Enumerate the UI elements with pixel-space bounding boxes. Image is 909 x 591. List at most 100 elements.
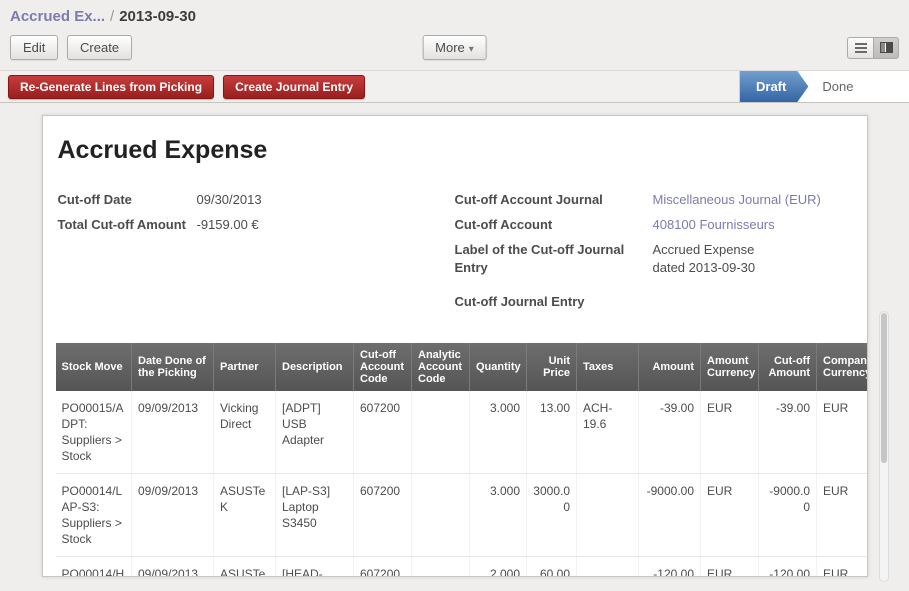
- top-bar: Accrued Ex... / 2013-09-30: [0, 0, 909, 27]
- table-cell[interactable]: -39.00: [759, 391, 817, 474]
- view-switcher: [847, 37, 899, 59]
- field-entry-label: Label of the Cut-off Journal Entry Accru…: [455, 241, 852, 277]
- table-cell[interactable]: PO00014/HEAD-USB: Suppliers > Stock: [56, 557, 132, 578]
- table-cell[interactable]: [HEAD-USB] Headset USB: [276, 557, 354, 578]
- table-cell[interactable]: EUR: [701, 557, 759, 578]
- table-cell[interactable]: EUR: [817, 474, 868, 557]
- form-view-button[interactable]: [873, 37, 899, 59]
- column-header[interactable]: Cut-off Amount: [759, 343, 817, 391]
- table-cell[interactable]: PO00014/LAP-S3: Suppliers > Stock: [56, 474, 132, 557]
- table-cell[interactable]: [577, 474, 639, 557]
- table-cell[interactable]: 607200: [354, 391, 412, 474]
- entry-label-value: Accrued Expense dated 2013-09-30: [653, 241, 781, 277]
- breadcrumb: Accrued Ex... / 2013-09-30: [10, 8, 899, 25]
- table-cell[interactable]: 09/09/2013: [132, 474, 214, 557]
- field-cutoff-journal-entry: Cut-off Journal Entry: [455, 293, 852, 311]
- table-cell[interactable]: EUR: [701, 391, 759, 474]
- table-cell[interactable]: PO00015/ADPT: Suppliers > Stock: [56, 391, 132, 474]
- cutoff-date-label: Cut-off Date: [58, 191, 197, 209]
- table-cell[interactable]: [ADPT] USB Adapter: [276, 391, 354, 474]
- total-amount-label: Total Cut-off Amount: [58, 216, 197, 234]
- table-cell[interactable]: [412, 474, 470, 557]
- breadcrumb-separator: /: [110, 8, 114, 25]
- table-cell[interactable]: 607200: [354, 474, 412, 557]
- table-cell[interactable]: [412, 557, 470, 578]
- account-value-link[interactable]: 408100 Fournisseurs: [653, 216, 775, 234]
- field-total-cutoff-amount: Total Cut-off Amount -9159.00 €: [58, 216, 455, 234]
- table-cell[interactable]: [LAP-S3] Laptop S3450: [276, 474, 354, 557]
- cutoff-date-value: 09/30/2013: [197, 191, 262, 209]
- column-header[interactable]: Taxes: [577, 343, 639, 391]
- column-header[interactable]: Cut-off Account Code: [354, 343, 412, 391]
- table-cell[interactable]: -39.00: [639, 391, 701, 474]
- table-cell[interactable]: 3.000: [470, 391, 527, 474]
- table-cell[interactable]: 3000.00: [527, 474, 577, 557]
- column-header[interactable]: Amount Currency: [701, 343, 759, 391]
- edit-button[interactable]: Edit: [10, 35, 58, 60]
- more-wrap: More▾: [422, 35, 487, 60]
- table-cell[interactable]: 13.00: [527, 391, 577, 474]
- status-done: Done: [808, 71, 869, 102]
- table-cell[interactable]: [577, 557, 639, 578]
- table-cell[interactable]: ACH-19.6: [577, 391, 639, 474]
- total-amount-value: -9159.00 €: [197, 216, 259, 234]
- more-button-label: More: [435, 40, 465, 55]
- status-bar: Draft Done: [739, 71, 909, 102]
- page-title: Accrued Expense: [58, 136, 852, 165]
- table-cell[interactable]: Vicking Direct: [214, 391, 276, 474]
- regenerate-lines-button[interactable]: Re-Generate Lines from Picking: [8, 75, 214, 99]
- column-header[interactable]: Company Currency: [817, 343, 868, 391]
- field-grid: Cut-off Date 09/30/2013 Total Cut-off Am…: [56, 191, 854, 318]
- account-label: Cut-off Account: [455, 216, 653, 234]
- table-cell[interactable]: EUR: [817, 391, 868, 474]
- breadcrumb-current: 2013-09-30: [119, 8, 196, 25]
- table-cell[interactable]: EUR: [817, 557, 868, 578]
- journal-value-link[interactable]: Miscellaneous Journal (EUR): [653, 191, 821, 209]
- column-header[interactable]: Stock Move: [56, 343, 132, 391]
- column-header[interactable]: Partner: [214, 343, 276, 391]
- column-header[interactable]: Description: [276, 343, 354, 391]
- column-header[interactable]: Analytic Account Code: [412, 343, 470, 391]
- table-cell[interactable]: 09/09/2013: [132, 557, 214, 578]
- field-cutoff-date: Cut-off Date 09/30/2013: [58, 191, 455, 209]
- breadcrumb-parent-link[interactable]: Accrued Ex...: [10, 8, 105, 25]
- vertical-scrollbar[interactable]: [879, 311, 889, 582]
- lines-table: Stock MoveDate Done of the PickingPartne…: [56, 343, 868, 577]
- column-header[interactable]: Unit Price: [527, 343, 577, 391]
- table-row[interactable]: PO00014/HEAD-USB: Suppliers > Stock09/09…: [56, 557, 868, 578]
- column-header[interactable]: Quantity: [470, 343, 527, 391]
- scrollbar-thumb[interactable]: [881, 313, 887, 463]
- table-cell[interactable]: 2.000: [470, 557, 527, 578]
- more-button[interactable]: More▾: [422, 35, 487, 60]
- status-draft: Draft: [740, 71, 808, 102]
- table-cell[interactable]: -120.00: [639, 557, 701, 578]
- column-header[interactable]: Amount: [639, 343, 701, 391]
- control-row: Edit Create More▾: [0, 27, 909, 70]
- journal-entry-label: Cut-off Journal Entry: [455, 293, 653, 311]
- column-header[interactable]: Date Done of the Picking: [132, 343, 214, 391]
- table-cell[interactable]: -9000.00: [639, 474, 701, 557]
- edit-create-group: Edit Create: [10, 35, 137, 60]
- table-cell[interactable]: ASUSTeK: [214, 474, 276, 557]
- table-cell[interactable]: 60.00: [527, 557, 577, 578]
- table-row[interactable]: PO00015/ADPT: Suppliers > Stock09/09/201…: [56, 391, 868, 474]
- action-buttons: Re-Generate Lines from Picking Create Jo…: [0, 71, 374, 102]
- journal-label: Cut-off Account Journal: [455, 191, 653, 209]
- form-view-icon: [880, 42, 893, 53]
- table-cell[interactable]: ASUSTeK: [214, 557, 276, 578]
- table-cell[interactable]: 607200: [354, 557, 412, 578]
- table-row[interactable]: PO00014/LAP-S3: Suppliers > Stock09/09/2…: [56, 474, 868, 557]
- line-table-header-row: Stock MoveDate Done of the PickingPartne…: [56, 343, 868, 391]
- table-cell[interactable]: 3.000: [470, 474, 527, 557]
- list-view-icon: [855, 43, 867, 53]
- list-view-button[interactable]: [847, 37, 873, 59]
- action-row: Re-Generate Lines from Picking Create Jo…: [0, 70, 909, 103]
- table-cell[interactable]: -9000.00: [759, 474, 817, 557]
- table-cell[interactable]: 09/09/2013: [132, 391, 214, 474]
- create-button[interactable]: Create: [67, 35, 132, 60]
- table-cell[interactable]: -120.00: [759, 557, 817, 578]
- field-cutoff-account-journal: Cut-off Account Journal Miscellaneous Jo…: [455, 191, 852, 209]
- create-journal-entry-button[interactable]: Create Journal Entry: [223, 75, 365, 99]
- table-cell[interactable]: [412, 391, 470, 474]
- table-cell[interactable]: EUR: [701, 474, 759, 557]
